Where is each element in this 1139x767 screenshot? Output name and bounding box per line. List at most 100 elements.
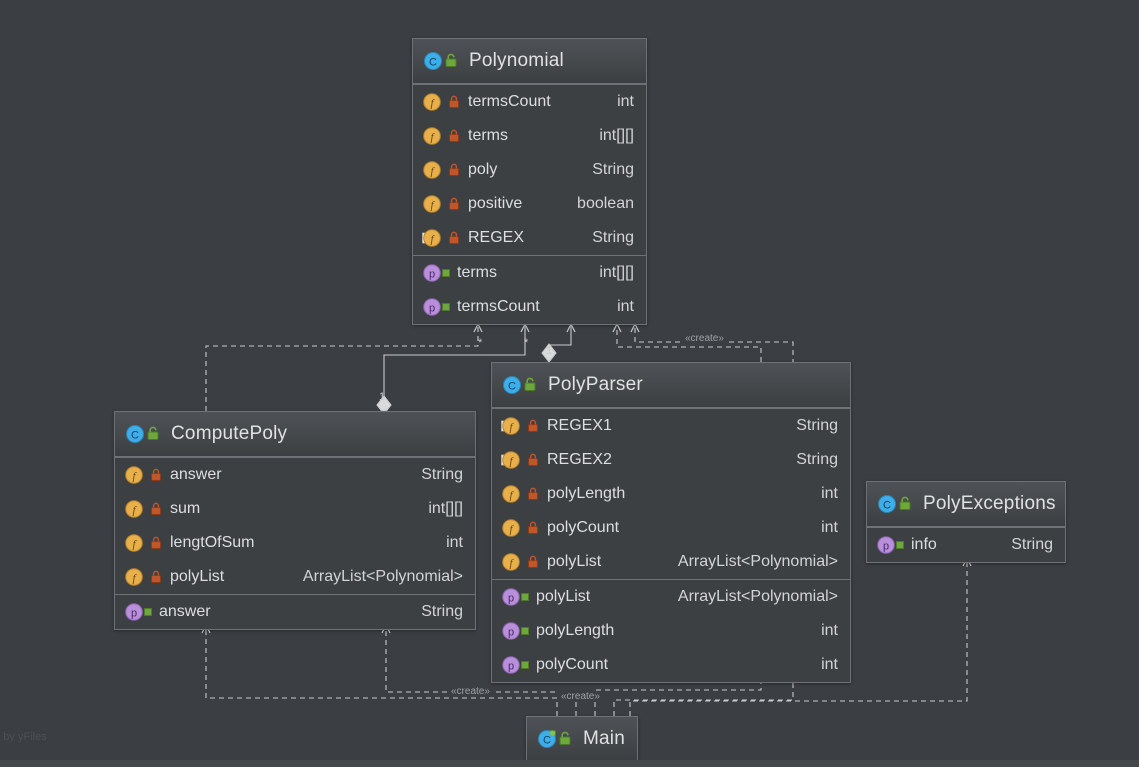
class-node-polyparser[interactable]: C PolyParser f REGEX1 String f REGEX2 String f po… bbox=[491, 362, 851, 683]
class-icon: C bbox=[423, 51, 443, 71]
class-header-main[interactable]: C Main bbox=[527, 717, 637, 762]
member-row[interactable]: p polyLength int bbox=[492, 614, 850, 648]
member-row[interactable]: p termsCount int bbox=[413, 290, 646, 324]
member-row[interactable]: f terms int[][] bbox=[413, 119, 646, 153]
edge-stereotype-label: «create» bbox=[559, 691, 602, 702]
visibility-public-icon bbox=[896, 541, 904, 549]
member-type: int bbox=[821, 519, 838, 536]
class-icon: C bbox=[125, 424, 145, 444]
member-row[interactable]: f positive boolean bbox=[413, 187, 646, 221]
class-name-label: Polynomial bbox=[469, 50, 564, 71]
member-row[interactable]: f polyLength int bbox=[492, 477, 850, 511]
member-name: lengtOfSum bbox=[170, 534, 255, 551]
edge-multiplicity-label: * bbox=[478, 337, 483, 349]
member-name: polyList bbox=[170, 568, 225, 585]
svg-text:p: p bbox=[429, 268, 435, 280]
svg-text:p: p bbox=[508, 660, 514, 672]
member-type: boolean bbox=[577, 195, 634, 212]
member-row[interactable]: p answer String bbox=[115, 595, 475, 629]
member-name: positive bbox=[468, 195, 523, 212]
member-type: String bbox=[796, 417, 838, 434]
svg-text:C: C bbox=[429, 57, 437, 69]
class-header-polyexceptions[interactable]: C PolyExceptions bbox=[867, 482, 1065, 527]
field-icon: f bbox=[124, 533, 144, 553]
member-name: info bbox=[911, 536, 937, 553]
lock-icon bbox=[526, 554, 540, 570]
svg-text:C: C bbox=[883, 500, 891, 512]
lock-icon bbox=[149, 467, 163, 483]
method-icon: p bbox=[501, 655, 521, 675]
method-icon: p bbox=[876, 535, 896, 555]
member-type: int bbox=[617, 298, 634, 315]
class-node-polynomial[interactable]: C Polynomial f termsCount int f terms int[][] f p… bbox=[412, 38, 647, 325]
member-row[interactable]: f polyList ArrayList<Polynomial> bbox=[115, 560, 475, 594]
class-node-polyexceptions[interactable]: C PolyExceptions p info String bbox=[866, 481, 1066, 563]
member-row[interactable]: p terms int[][] bbox=[413, 256, 646, 290]
member-row[interactable]: f polyList ArrayList<Polynomial> bbox=[492, 545, 850, 579]
member-row[interactable]: f sum int[][] bbox=[115, 492, 475, 526]
member-type: int[][] bbox=[599, 127, 634, 144]
visibility-package-icon bbox=[145, 426, 161, 442]
field-icon: f bbox=[422, 160, 442, 180]
member-row[interactable]: f termsCount int bbox=[413, 85, 646, 119]
watermark: ed by yFiles bbox=[0, 731, 47, 743]
class-node-main[interactable]: C Main bbox=[526, 716, 638, 763]
member-type: ArrayList<Polynomial> bbox=[677, 588, 838, 605]
member-type: int bbox=[821, 656, 838, 673]
lock-icon bbox=[149, 569, 163, 585]
edge-multiplicity-label: 1 bbox=[546, 345, 553, 357]
member-name: termsCount bbox=[468, 93, 551, 110]
svg-text:p: p bbox=[883, 540, 889, 552]
member-row[interactable]: f lengtOfSum int bbox=[115, 526, 475, 560]
field-icon: f bbox=[501, 416, 521, 436]
member-row[interactable]: p polyList ArrayList<Polynomial> bbox=[492, 580, 850, 614]
bottom-strip bbox=[0, 760, 1139, 767]
visibility-public-icon bbox=[521, 661, 529, 669]
member-row[interactable]: f answer String bbox=[115, 458, 475, 492]
class-name-label: PolyExceptions bbox=[923, 493, 1056, 514]
visibility-package-icon bbox=[897, 496, 913, 512]
member-type: int bbox=[617, 93, 634, 110]
lock-icon bbox=[447, 230, 461, 246]
svg-text:C: C bbox=[508, 381, 516, 393]
edge-stereotype-label: «create» bbox=[449, 686, 492, 697]
member-name: poly bbox=[468, 161, 498, 178]
member-type: ArrayList<Polynomial> bbox=[677, 553, 838, 570]
member-row[interactable]: p polyCount int bbox=[492, 648, 850, 682]
class-name-label: ComputePoly bbox=[171, 423, 288, 444]
field-icon: f bbox=[501, 518, 521, 538]
lock-icon bbox=[447, 94, 461, 110]
member-row[interactable]: f REGEX String bbox=[413, 221, 646, 255]
method-icon: p bbox=[501, 621, 521, 641]
class-node-computepoly[interactable]: C ComputePoly f answer String f sum int[][] f len… bbox=[114, 411, 476, 630]
field-icon: f bbox=[422, 92, 442, 112]
class-section-fields: f answer String f sum int[][] f lengtOfSum int f p… bbox=[115, 457, 475, 594]
svg-text:C: C bbox=[543, 735, 551, 747]
lock-icon bbox=[447, 196, 461, 212]
lock-icon bbox=[526, 486, 540, 502]
class-section-methods: p polyList ArrayList<Polynomial> p polyLengt… bbox=[492, 579, 850, 682]
svg-text:p: p bbox=[508, 626, 514, 638]
class-header-polyparser[interactable]: C PolyParser bbox=[492, 363, 850, 408]
class-header-polynomial[interactable]: C Polynomial bbox=[413, 39, 646, 84]
member-type: String bbox=[592, 229, 634, 246]
member-name: terms bbox=[457, 264, 497, 281]
member-name: REGEX bbox=[468, 229, 525, 246]
member-type: int[][] bbox=[599, 264, 634, 281]
member-type: ArrayList<Polynomial> bbox=[302, 568, 463, 585]
member-type: int bbox=[821, 485, 838, 502]
member-type: String bbox=[1011, 536, 1053, 553]
svg-text:p: p bbox=[508, 592, 514, 604]
member-row[interactable]: f REGEX2 String bbox=[492, 443, 850, 477]
field-icon: f bbox=[422, 126, 442, 146]
class-name-label: Main bbox=[583, 728, 625, 749]
member-row[interactable]: f REGEX1 String bbox=[492, 409, 850, 443]
member-row[interactable]: f polyCount int bbox=[492, 511, 850, 545]
visibility-package-icon bbox=[557, 731, 573, 747]
member-row[interactable]: f poly String bbox=[413, 153, 646, 187]
member-name: polyLength bbox=[547, 485, 626, 502]
class-header-computepoly[interactable]: C ComputePoly bbox=[115, 412, 475, 457]
member-name: polyLength bbox=[536, 622, 615, 639]
field-icon: f bbox=[124, 465, 144, 485]
member-row[interactable]: p info String bbox=[867, 528, 1065, 562]
